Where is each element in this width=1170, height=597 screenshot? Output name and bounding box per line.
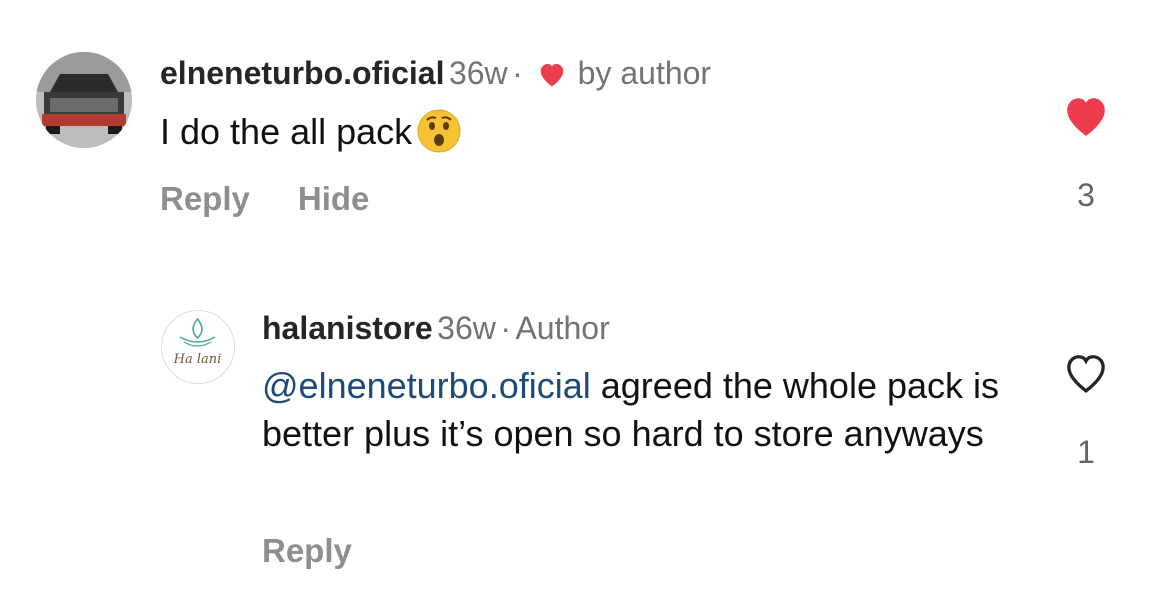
avatar[interactable]: Ha lani xyxy=(161,310,235,384)
comment-time: 36w xyxy=(448,55,508,91)
heart-filled-icon xyxy=(537,60,567,93)
avatar[interactable] xyxy=(36,52,132,148)
comment-time: 36w xyxy=(437,310,496,346)
like-count: 1 xyxy=(1077,434,1095,470)
comment-body: I do the all pack xyxy=(160,111,413,152)
reply-button[interactable]: Reply xyxy=(160,180,250,217)
like-column: 3 xyxy=(1056,92,1116,214)
comment-header: elneneturbo.oficial 36w · by author xyxy=(160,55,711,93)
heart-outline-icon[interactable] xyxy=(1056,349,1116,400)
astonished-face-emoji xyxy=(416,108,462,166)
mention-link[interactable]: @elneneturbo.oficial xyxy=(262,365,591,406)
author-badge: Author xyxy=(515,310,610,346)
comment-username[interactable]: elneneturbo.oficial xyxy=(160,55,444,91)
comment-actions: Reply Hide xyxy=(160,180,417,218)
separator-dot: · xyxy=(500,310,511,346)
hide-button[interactable]: Hide xyxy=(298,180,370,217)
heart-filled-icon[interactable] xyxy=(1056,92,1116,143)
separator-dot: · xyxy=(512,55,523,91)
comment-text: @elneneturbo.oficial agreed the whole pa… xyxy=(262,362,1022,458)
comment-text: I do the all pack xyxy=(160,108,462,166)
comment-header: halanistore 36w · Author xyxy=(262,310,610,347)
like-column: 1 xyxy=(1056,349,1116,471)
reply-button[interactable]: Reply xyxy=(262,532,352,569)
comment-username[interactable]: halanistore xyxy=(262,310,433,346)
avatar-text: Ha lani xyxy=(173,352,222,367)
like-count: 3 xyxy=(1077,177,1095,213)
liked-by-author-label: by author xyxy=(577,55,712,91)
comment-actions: Reply xyxy=(262,532,352,570)
